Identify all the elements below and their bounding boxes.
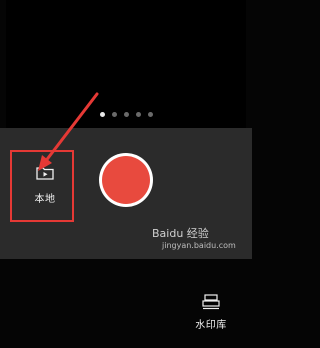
site-watermark-url: jingyan.baidu.com bbox=[162, 241, 236, 250]
watermark-library-label: 水印库 bbox=[195, 320, 227, 331]
page-dot-4[interactable] bbox=[135, 112, 141, 117]
watermark-stamp-icon bbox=[202, 294, 220, 310]
highlight-box bbox=[10, 150, 74, 222]
page-dot-3[interactable] bbox=[123, 112, 129, 117]
site-watermark: Baidu 经验 jingyan.baidu.com bbox=[152, 228, 252, 259]
watermark-library-button[interactable]: 水印库 bbox=[188, 278, 234, 348]
shutter-core bbox=[102, 156, 150, 204]
page-indicator bbox=[6, 112, 246, 118]
page-dot-2[interactable] bbox=[111, 112, 117, 117]
page-dot-5[interactable] bbox=[147, 112, 153, 117]
page-dot-1[interactable] bbox=[99, 112, 105, 117]
site-watermark-brand: Baidu 经验 bbox=[152, 227, 209, 240]
shutter-button[interactable] bbox=[99, 153, 153, 207]
camera-preview bbox=[6, 0, 246, 128]
